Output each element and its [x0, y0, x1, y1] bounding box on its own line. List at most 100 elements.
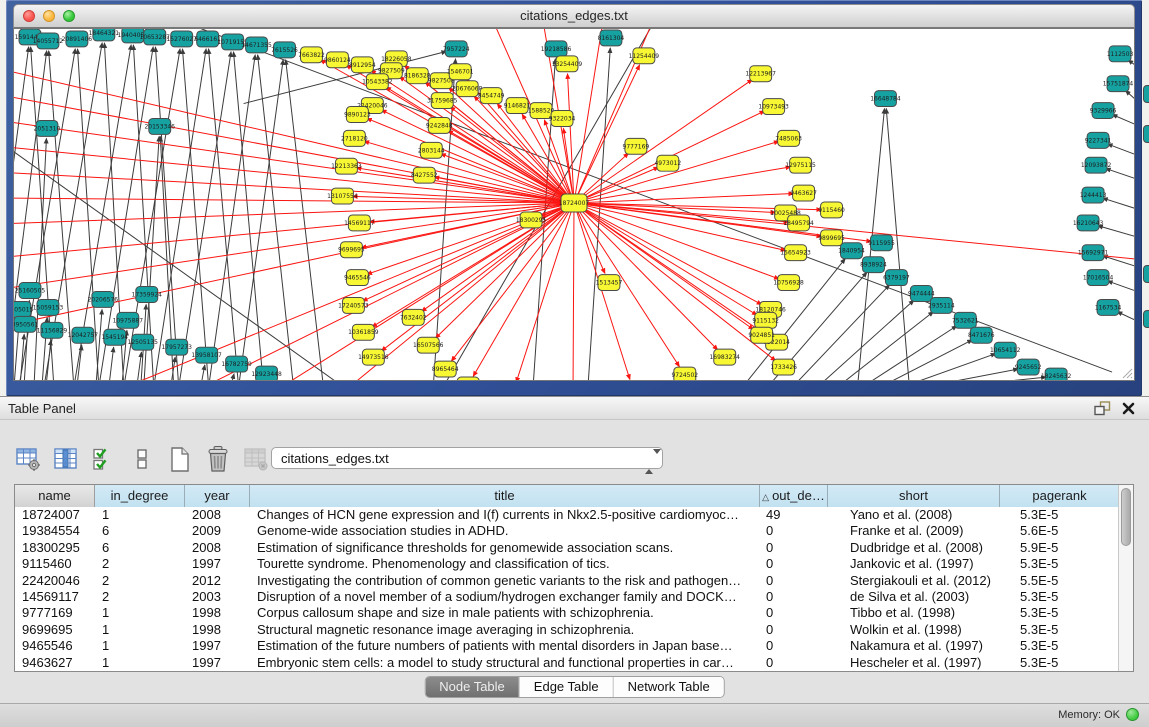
memory-ok-indicator-icon[interactable] — [1126, 708, 1139, 721]
select-columns-icon[interactable] — [90, 446, 117, 473]
black-edge[interactable] — [109, 347, 114, 380]
red-edge[interactable] — [516, 203, 574, 380]
table-row[interactable]: 946362711997Embryonic stem cells: a mode… — [15, 655, 1133, 671]
import-table-icon[interactable] — [242, 446, 269, 473]
black-edge[interactable] — [46, 340, 51, 380]
table-cell: 1997 — [185, 556, 250, 572]
node-label: 8186328 — [404, 73, 431, 80]
tab-edge-table[interactable]: Edge Table — [520, 677, 614, 697]
table-cell: Estimation of the future numbers of pati… — [250, 638, 760, 654]
table-row[interactable]: 946554611997Estimation of the future num… — [15, 638, 1133, 654]
red-edge[interactable] — [574, 29, 603, 203]
black-edge[interactable] — [182, 49, 208, 380]
table-cell: 18300295 — [15, 540, 95, 556]
node-label: 9860124 — [324, 57, 351, 64]
show-column-icon[interactable] — [52, 446, 79, 473]
red-edge[interactable] — [381, 203, 574, 351]
red-edge[interactable] — [451, 203, 574, 361]
red-edge[interactable] — [435, 203, 574, 338]
node-label: 2051310 — [34, 125, 61, 132]
red-edge[interactable] — [574, 203, 630, 379]
tab-node-table[interactable]: Node Table — [425, 677, 520, 697]
black-edge[interactable] — [1107, 281, 1134, 293]
column-header-in-degree[interactable]: in_degree — [95, 485, 185, 507]
node-label: 11156829 — [37, 327, 68, 334]
node-label: 12505135 — [128, 339, 159, 346]
table-row[interactable]: 977716911998Corpus callosum shape and si… — [15, 605, 1133, 621]
red-edge[interactable] — [14, 203, 574, 327]
node-label: 3950561 — [14, 321, 38, 328]
black-edge[interactable] — [133, 45, 153, 380]
red-edge[interactable] — [574, 203, 757, 315]
column-header-short[interactable]: short — [828, 485, 1000, 507]
node-label: 15276027 — [166, 36, 197, 43]
modify-table-icon[interactable] — [14, 446, 41, 473]
table-source-dropdown[interactable]: citations_edges.txt — [271, 447, 663, 469]
node-label: 12093872 — [1081, 162, 1112, 169]
black-edge[interactable] — [1106, 168, 1134, 180]
black-edge[interactable] — [124, 49, 180, 380]
table-row[interactable]: 1872400712008Changes of HCN gene express… — [15, 507, 1133, 523]
black-edge[interactable] — [1112, 114, 1134, 126]
red-edge[interactable] — [574, 203, 679, 367]
table-scrollbar[interactable] — [1118, 485, 1133, 671]
column-header-pagerank[interactable]: pagerank — [1000, 485, 1120, 507]
red-edge[interactable] — [441, 154, 574, 203]
table-row[interactable]: 1830029562008Estimation of significance … — [15, 540, 1133, 556]
resize-grip-icon[interactable] — [1119, 365, 1133, 379]
float-panel-icon[interactable] — [1094, 401, 1111, 416]
table-row[interactable]: 1938455462009Genome-wide association stu… — [15, 523, 1133, 539]
node-label: 13254409 — [552, 61, 583, 68]
yellow-node[interactable] — [457, 377, 479, 380]
node-label: 1840954 — [838, 248, 865, 255]
red-edge[interactable] — [574, 203, 779, 279]
column-header-year[interactable]: year — [185, 485, 250, 507]
table-cell: 5.3E-5 — [1000, 589, 1120, 605]
delete-table-icon[interactable] — [204, 446, 231, 473]
table-row[interactable]: 1456911722003Disruption of a novel membe… — [15, 589, 1133, 605]
table-scrollbar-thumb[interactable] — [1121, 488, 1131, 546]
black-edge[interactable] — [201, 365, 205, 380]
table-cell: 2009 — [185, 523, 250, 539]
black-edge[interactable] — [1107, 144, 1134, 156]
red-edge[interactable] — [574, 65, 640, 203]
black-edge[interactable] — [231, 374, 234, 380]
red-edge[interactable] — [574, 141, 779, 203]
table-cell: 2 — [95, 556, 185, 572]
black-edge[interactable] — [96, 309, 102, 380]
new-table-icon[interactable] — [166, 446, 193, 473]
red-edge[interactable] — [367, 118, 574, 203]
close-panel-icon[interactable] — [1121, 401, 1136, 416]
black-edge[interactable] — [1125, 90, 1134, 103]
column-header-out-de-[interactable]: △out_de… — [760, 485, 828, 507]
network-canvas[interactable]: 1591448614055712208914061846432119404053… — [13, 28, 1135, 381]
column-header-name[interactable]: name — [15, 485, 95, 507]
rows-icon[interactable] — [128, 446, 155, 473]
red-edge[interactable] — [573, 203, 574, 380]
red-edge[interactable] — [574, 203, 754, 330]
table-panel-header: Table Panel — [0, 396, 1149, 420]
black-edge[interactable] — [838, 312, 934, 380]
red-edge[interactable] — [14, 203, 574, 290]
table-row[interactable]: 2242004622012Investigating the contribut… — [15, 573, 1133, 589]
tab-network-table[interactable]: Network Table — [614, 677, 724, 697]
window-titlebar[interactable]: citations_edges.txt — [13, 4, 1135, 28]
black-edge[interactable] — [1117, 312, 1134, 323]
table-cell: 0 — [760, 622, 828, 638]
black-edge[interactable] — [137, 352, 142, 380]
table-cell: 18724007 — [15, 507, 95, 523]
black-edge[interactable] — [286, 60, 324, 380]
red-edge[interactable] — [14, 95, 574, 203]
red-edge[interactable] — [473, 203, 574, 376]
black-edge[interactable] — [1103, 198, 1134, 210]
red-edge[interactable] — [574, 193, 794, 203]
red-edge[interactable] — [574, 167, 791, 203]
table-row[interactable]: 911546021997Tourette syndrome. Phenomeno… — [15, 556, 1133, 572]
black-edge[interactable] — [155, 47, 178, 380]
column-header-title[interactable]: title — [250, 485, 760, 507]
node-label: 8454749 — [478, 93, 505, 100]
table-row[interactable]: 969969511998Structural magnetic resonanc… — [15, 622, 1133, 638]
black-edge[interactable] — [154, 49, 206, 380]
node-label: 15692971 — [1078, 250, 1109, 257]
black-edge[interactable] — [1098, 226, 1134, 238]
